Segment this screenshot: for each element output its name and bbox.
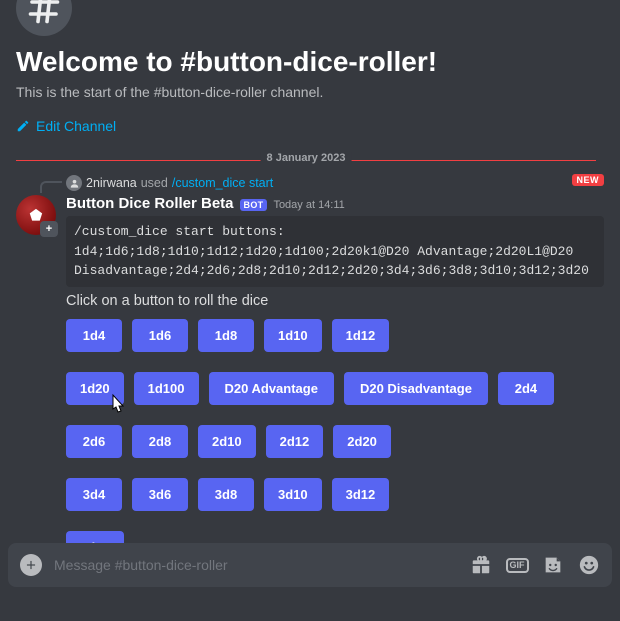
welcome-title: Welcome to #button-dice-roller! xyxy=(16,46,604,78)
edit-channel-link[interactable]: Edit Channel xyxy=(16,118,116,134)
reply-context[interactable]: 2nirwana used /custom_dice start xyxy=(66,175,604,191)
gif-icon[interactable]: GIF xyxy=(506,554,528,576)
dice-button-2d10[interactable]: 2d10 xyxy=(198,425,256,458)
dice-button-d20-disadvantage[interactable]: D20 Disadvantage xyxy=(344,372,488,405)
reply-used-word: used xyxy=(141,176,168,190)
reply-spine xyxy=(40,181,62,193)
dice-button-1d4[interactable]: 1d4 xyxy=(66,319,122,352)
bot-badge: BOT xyxy=(240,199,268,211)
dice-button-2d12[interactable]: 2d12 xyxy=(266,425,324,458)
command-code-block: /custom_dice start buttons: 1d4;1d6;1d8;… xyxy=(66,216,604,287)
emoji-icon[interactable] xyxy=(578,554,600,576)
instruction-text: Click on a button to roll the dice xyxy=(66,293,604,309)
dice-button-1d8[interactable]: 1d8 xyxy=(198,319,254,352)
dice-button-3d4[interactable]: 3d4 xyxy=(66,478,122,511)
message-input[interactable] xyxy=(54,557,458,573)
dice-button-3d12[interactable]: 3d12 xyxy=(332,478,390,511)
date-divider: 8 January 2023 NEW xyxy=(16,160,596,161)
dice-button-2d6[interactable]: 2d6 xyxy=(66,425,122,458)
welcome-subtitle: This is the start of the #button-dice-ro… xyxy=(16,84,604,100)
plus-icon xyxy=(24,558,38,572)
sticker-icon[interactable] xyxy=(542,554,564,576)
edit-channel-label: Edit Channel xyxy=(36,118,116,134)
avatar-plus-badge: + xyxy=(40,221,58,237)
message-composer: GIF xyxy=(8,543,612,587)
gift-icon[interactable] xyxy=(470,554,492,576)
dice-button-1d6[interactable]: 1d6 xyxy=(132,319,188,352)
dice-button-grid: 1d4 1d6 1d8 1d10 1d12 1d20 1d100 D20 Advantage D… xyxy=(66,319,586,574)
dice-button-d20-advantage[interactable]: D20 Advantage xyxy=(209,372,334,405)
dice-button-3d10[interactable]: 3d10 xyxy=(264,478,322,511)
divider-date: 8 January 2023 xyxy=(261,152,352,164)
dice-button-2d20[interactable]: 2d20 xyxy=(333,425,391,458)
bot-username[interactable]: Button Dice Roller Beta xyxy=(66,195,234,212)
dice-button-3d8[interactable]: 3d8 xyxy=(198,478,254,511)
bot-message: 2nirwana used /custom_dice start ⬟ + But… xyxy=(8,171,604,574)
bot-avatar[interactable]: ⬟ + xyxy=(16,195,56,235)
dice-button-2d4[interactable]: 2d4 xyxy=(498,372,554,405)
message-timestamp: Today at 14:11 xyxy=(273,199,344,211)
dice-button-1d20[interactable]: 1d20 xyxy=(66,372,124,405)
dice-button-1d10[interactable]: 1d10 xyxy=(264,319,322,352)
reply-avatar xyxy=(66,175,82,191)
attach-button[interactable] xyxy=(20,554,42,576)
reply-username: 2nirwana xyxy=(86,176,137,190)
dice-button-1d100[interactable]: 1d100 xyxy=(134,372,199,405)
dice-button-1d12[interactable]: 1d12 xyxy=(332,319,390,352)
pencil-icon xyxy=(16,119,30,133)
reply-command: /custom_dice start xyxy=(172,176,273,190)
channel-hash-icon xyxy=(16,0,72,36)
dice-button-2d8[interactable]: 2d8 xyxy=(132,425,188,458)
dice-button-3d6[interactable]: 3d6 xyxy=(132,478,188,511)
